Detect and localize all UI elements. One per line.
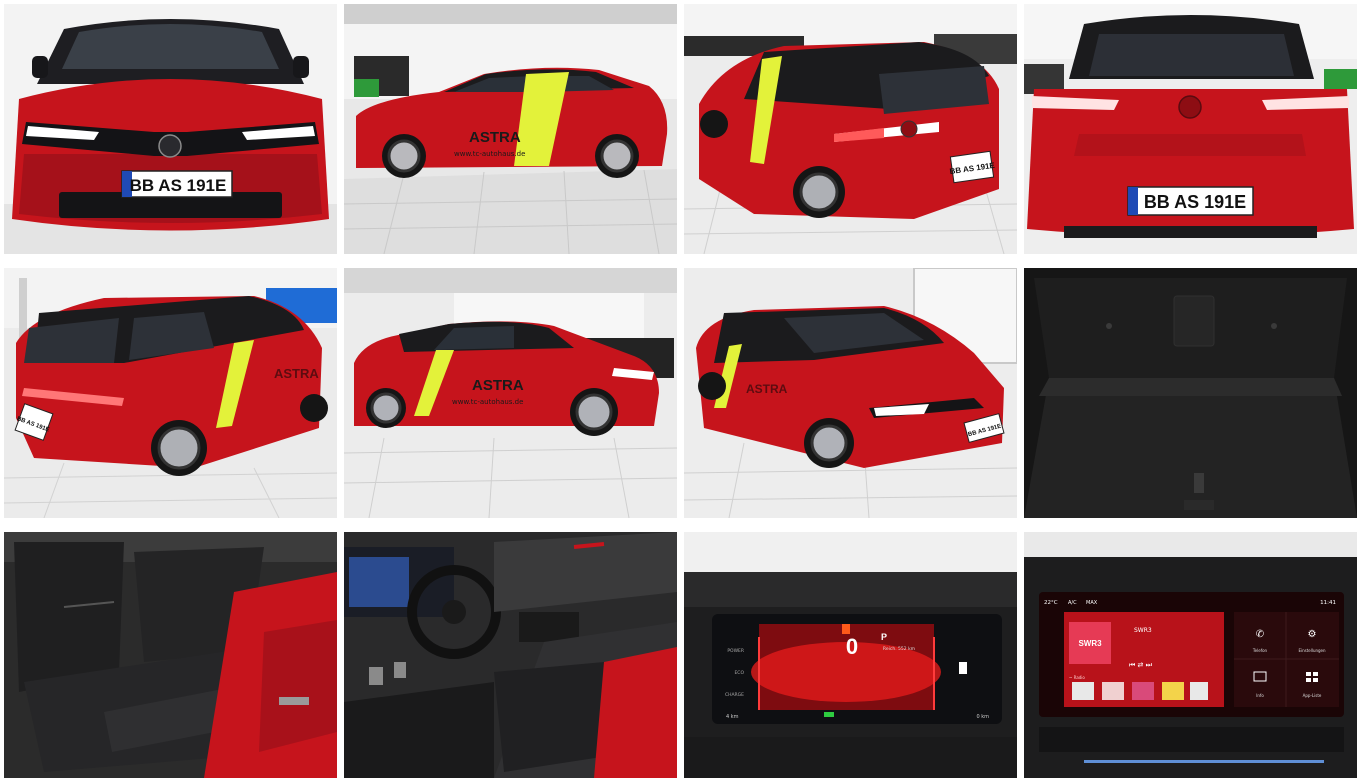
- cockpit-photo: [344, 532, 677, 778]
- car-front-photo: BB AS 191E: [4, 4, 337, 254]
- car-side-photo: ASTRA www.tc-autohaus.de: [344, 4, 677, 254]
- gallery-photo-rear-seats[interactable]: [4, 532, 337, 778]
- radio-sub: ~ Radio: [1069, 675, 1085, 680]
- tile-info-label: Info: [1256, 693, 1264, 698]
- door-url: www.tc-autohaus.de: [452, 398, 523, 406]
- max-label: MAX: [1086, 600, 1098, 606]
- gallery-photo-instrument-cluster[interactable]: 0 P Reich. 552 km POWER ECO CHARGE 4 km …: [684, 532, 1017, 778]
- license-plate: BB AS 191E: [130, 176, 227, 195]
- clock: 11:41: [1320, 600, 1336, 606]
- tile-settings-label: Einstellungen: [1298, 648, 1326, 653]
- car-side-right-photo: ASTRA www.tc-autohaus.de: [344, 268, 677, 518]
- range-label: Reich. 552 km: [883, 646, 915, 652]
- ac-label: A/C: [1068, 600, 1077, 606]
- cabin-temp: 22°C: [1044, 600, 1058, 606]
- gallery-photo-front[interactable]: BB AS 191E: [4, 4, 337, 254]
- gallery-photo-trunk[interactable]: [1024, 268, 1357, 518]
- phone-icon: ✆: [1256, 629, 1264, 640]
- instrument-cluster-photo: 0 P Reich. 552 km POWER ECO CHARGE 4 km …: [684, 532, 1017, 778]
- car-rear-quarter-photo: BB AS 191E: [684, 4, 1017, 254]
- gallery-photo-infotainment[interactable]: 22°C A/C MAX 11:41 SWR3 SWR3 ~ Radio ⏮ ⇄…: [1024, 532, 1357, 778]
- car-rear-photo: BB AS 191E: [1024, 4, 1357, 254]
- gallery-photo-side[interactable]: ASTRA www.tc-autohaus.de: [344, 4, 677, 254]
- gallery-photo-rear[interactable]: BB AS 191E: [1024, 4, 1357, 254]
- eco-label: ECO: [734, 670, 744, 676]
- photo-gallery: BB AS 191E ASTRA www.tc-autohaus.de BB A…: [4, 4, 1357, 778]
- door-text: ASTRA: [746, 382, 788, 396]
- gear-icon: ⚙: [1308, 629, 1317, 640]
- rear-seats-photo: [4, 532, 337, 778]
- charge-label: CHARGE: [725, 692, 744, 698]
- gallery-photo-rear-left[interactable]: ASTRA BB AS 191E: [4, 268, 337, 518]
- door-text: ASTRA: [472, 377, 524, 394]
- door-text: ASTRA: [469, 129, 521, 146]
- gallery-photo-front-quarter[interactable]: ASTRA BB AS 191E: [684, 268, 1017, 518]
- gear-indicator: P: [881, 632, 887, 642]
- station-logo: SWR3: [1078, 639, 1102, 648]
- power-label: POWER: [727, 648, 744, 654]
- gallery-photo-cockpit[interactable]: [344, 532, 677, 778]
- trunk-photo: [1024, 268, 1357, 518]
- door-url: www.tc-autohaus.de: [454, 150, 525, 158]
- tile-phone-label: Telefon: [1252, 648, 1268, 653]
- tile-apps-label: App-Liste: [1303, 693, 1322, 698]
- car-rear-left-photo: ASTRA BB AS 191E: [4, 268, 337, 518]
- infotainment-photo: 22°C A/C MAX 11:41 SWR3 SWR3 ~ Radio ⏮ ⇄…: [1024, 532, 1357, 778]
- car-front-quarter-photo: ASTRA BB AS 191E: [684, 268, 1017, 518]
- odometer-right: 0 km: [976, 714, 989, 720]
- license-plate: BB AS 191E: [1144, 192, 1246, 212]
- gallery-photo-rear-quarter[interactable]: BB AS 191E: [684, 4, 1017, 254]
- player-controls: ⏮ ⇄ ⏭: [1129, 661, 1153, 669]
- odometer-left: 4 km: [726, 714, 739, 720]
- gallery-photo-side-right[interactable]: ASTRA www.tc-autohaus.de: [344, 268, 677, 518]
- speed-readout: 0: [846, 634, 858, 659]
- door-text: ASTRA: [274, 366, 319, 381]
- station-name: SWR3: [1134, 627, 1152, 634]
